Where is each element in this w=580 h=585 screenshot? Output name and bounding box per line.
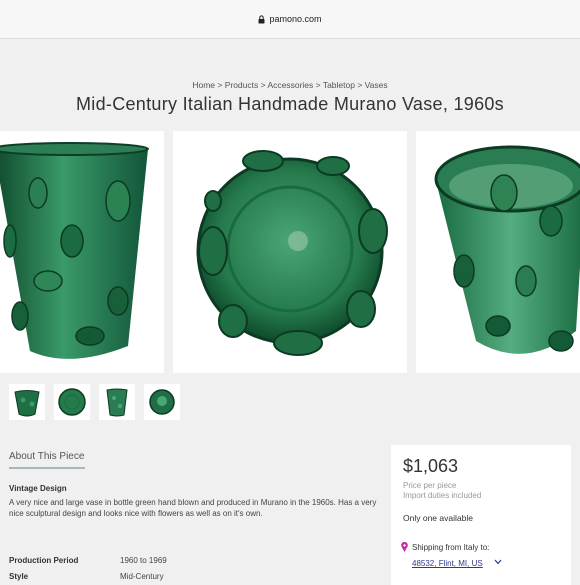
import-duties-note: Import duties included [403,491,482,500]
price: $1,063 [403,456,459,476]
tab-about-this-piece[interactable]: About This Piece [9,451,84,462]
location-pin-icon [401,542,408,552]
product-gallery[interactable] [0,131,580,373]
lock-icon [258,14,265,23]
shipping-label-row: Shipping from Italy to: [401,542,489,552]
section-title: Vintage Design [9,484,67,493]
price-per-piece-note: Price per piece [403,481,457,490]
shipping-label: Shipping from Italy to: [412,542,490,552]
product-description: A very nice and large vase in bottle gre… [9,498,377,518]
availability-text: Only one available [403,513,473,523]
chevron-down-icon[interactable] [494,557,502,567]
spec-value-production-period: 1960 to 1969 [120,556,167,565]
thumbnail-4[interactable] [144,384,180,420]
product-image-side[interactable] [0,131,164,373]
browser-address-bar[interactable]: pamono.com [0,0,580,39]
thumbnail-strip [9,384,180,420]
page-title: Mid-Century Italian Handmade Murano Vase… [76,94,504,114]
thumbnail-2[interactable] [54,384,90,420]
shipping-location-link[interactable]: 48532, Flint, MI, US [412,559,483,568]
thumbnail-1[interactable] [9,384,45,420]
browser-domain: pamono.com [269,14,322,24]
price-card: $1,063 Price per piece Import duties inc… [391,445,571,585]
active-tab-underline [9,467,85,469]
product-image-angled[interactable] [416,131,580,373]
breadcrumb[interactable]: Home > Products > Accessories > Tabletop… [0,80,580,90]
thumbnail-3[interactable] [99,384,135,420]
product-image-top[interactable] [173,131,407,373]
spec-label-production-period: Production Period [9,556,79,565]
